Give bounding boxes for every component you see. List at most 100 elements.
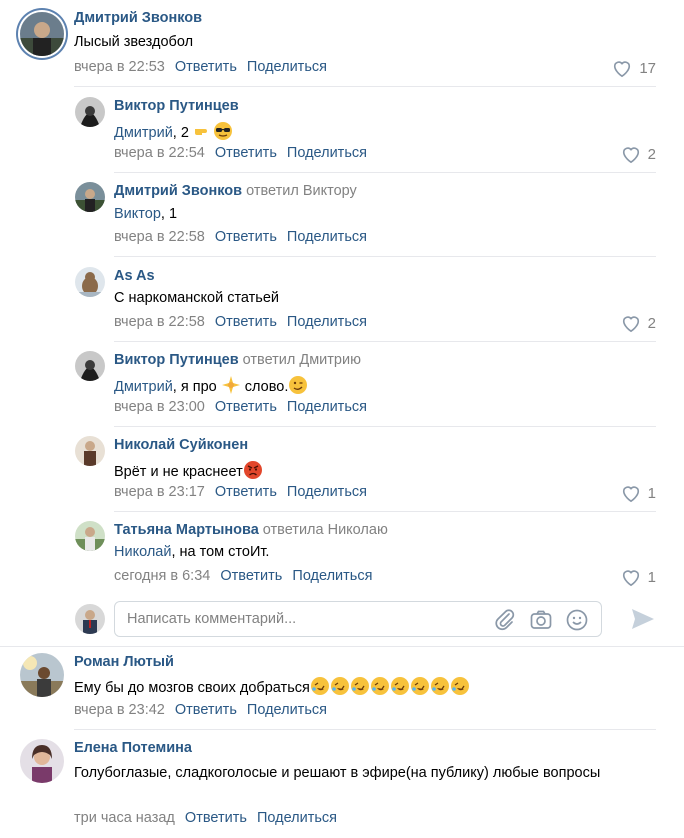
heart-icon (622, 147, 639, 164)
comment-input[interactable]: Написать комментарий... (114, 601, 602, 637)
comment-time[interactable]: вчера в 23:42 (74, 702, 165, 718)
avatar[interactable] (75, 351, 105, 381)
heart-icon (622, 486, 639, 503)
avatar[interactable] (75, 182, 105, 212)
rolling-laughing-emoji-icon (370, 677, 389, 695)
reply-button[interactable]: Ответить (215, 314, 277, 330)
comment-meta: вчера в 22:54 Ответить Поделиться (114, 145, 367, 161)
share-button[interactable]: Поделиться (247, 59, 327, 75)
angry-face-emoji-icon (243, 461, 262, 479)
sparkle-emoji-icon (221, 376, 240, 394)
replied-to[interactable]: ответила Николаю (263, 522, 388, 538)
divider (74, 729, 656, 730)
comment-text: Врёт и не краснеет (114, 460, 263, 480)
comment-text: Виктор, 1 (114, 206, 178, 222)
comment-author[interactable]: Дмитрий Звонков ответил Виктору (114, 183, 357, 199)
like-button[interactable]: 2 (620, 144, 656, 164)
reply-button[interactable]: Ответить (185, 810, 247, 826)
like-button[interactable]: 1 (620, 567, 656, 587)
reply-button[interactable]: Ответить (215, 145, 277, 161)
sunglasses-emoji-icon (213, 122, 232, 140)
comment-time[interactable]: вчера в 23:00 (114, 399, 205, 415)
comment-author[interactable]: Татьяна Мартынова ответила Николаю (114, 522, 388, 538)
comment-time[interactable]: вчера в 22:58 (114, 314, 205, 330)
divider (0, 646, 684, 647)
comment-author[interactable]: Николай Суйконен (114, 437, 248, 453)
comment-time[interactable]: сегодня в 6:34 (114, 568, 210, 584)
share-button[interactable]: Поделиться (287, 399, 367, 415)
comment-text: Ему бы до мозгов своих добраться (74, 676, 470, 696)
reply-button[interactable]: Ответить (215, 229, 277, 245)
divider (114, 426, 656, 427)
share-button[interactable]: Поделиться (247, 702, 327, 718)
comment-text: С наркоманской статьей (114, 290, 280, 306)
share-button[interactable]: Поделиться (287, 484, 367, 500)
like-button[interactable]: 1 (620, 483, 656, 503)
pointing-hand-emoji-icon (194, 129, 207, 135)
comment-author[interactable]: Елена Потемина (74, 740, 192, 756)
comment-author[interactable]: Дмитрий Звонков (74, 10, 202, 26)
divider (74, 86, 656, 87)
comment-text: Дмитрий, 2 (114, 121, 233, 141)
rolling-laughing-emoji-icon (450, 677, 469, 695)
comment-meta: вчера в 23:00 Ответить Поделиться (114, 399, 367, 415)
reply-button[interactable]: Ответить (220, 568, 282, 584)
comment-time[interactable]: вчера в 22:54 (114, 145, 205, 161)
reply-button[interactable]: Ответить (215, 484, 277, 500)
comment-author[interactable]: Виктор Путинцев ответил Дмитрию (114, 352, 361, 368)
share-button[interactable]: Поделиться (287, 229, 367, 245)
like-count: 17 (639, 59, 656, 77)
send-icon[interactable] (630, 606, 656, 632)
avatar[interactable] (20, 739, 64, 783)
divider (114, 511, 656, 512)
camera-icon[interactable] (529, 608, 553, 632)
share-button[interactable]: Поделиться (287, 314, 367, 330)
reply-button[interactable]: Ответить (175, 702, 237, 718)
comment-meta: сегодня в 6:34 Ответить Поделиться (114, 568, 372, 584)
comment-author[interactable]: Виктор Путинцев (114, 98, 239, 114)
like-button[interactable]: 2 (620, 313, 656, 333)
addressee-link[interactable]: Дмитрий (114, 125, 173, 141)
rolling-laughing-emoji-icon (310, 677, 329, 695)
comment-text: Голубоглазые, сладкоголосые и решают в э… (74, 765, 601, 781)
comment-author[interactable]: Роман Лютый (74, 654, 174, 670)
share-button[interactable]: Поделиться (287, 145, 367, 161)
comment-meta: вчера в 23:17 Ответить Поделиться (114, 484, 367, 500)
comment-time[interactable]: вчера в 23:17 (114, 484, 205, 500)
comment-time[interactable]: вчера в 22:53 (74, 59, 165, 75)
rolling-laughing-emoji-icon (330, 677, 349, 695)
avatar[interactable] (75, 521, 105, 551)
comment-meta: три часа назад Ответить Поделиться (74, 810, 337, 826)
comment-input-placeholder: Написать комментарий... (127, 611, 297, 627)
like-count: 1 (647, 568, 656, 586)
divider (114, 172, 656, 173)
like-count: 1 (647, 484, 656, 502)
like-count: 2 (647, 314, 656, 332)
paperclip-icon[interactable] (493, 608, 517, 632)
reply-button[interactable]: Ответить (175, 59, 237, 75)
rolling-laughing-emoji-icon (350, 677, 369, 695)
like-button[interactable]: 17 (611, 58, 656, 78)
addressee-link[interactable]: Дмитрий (114, 379, 173, 395)
reply-button[interactable]: Ответить (215, 399, 277, 415)
comment-meta: вчера в 22:53 Ответить Поделиться (74, 59, 327, 75)
current-user-avatar (75, 604, 105, 634)
rolling-laughing-emoji-icon (410, 677, 429, 695)
avatar[interactable] (20, 12, 64, 56)
avatar[interactable] (75, 97, 105, 127)
addressee-link[interactable]: Виктор (114, 206, 161, 222)
addressee-link[interactable]: Николай (114, 544, 171, 560)
comment-text: Лысый звездобол (74, 34, 194, 50)
smiley-icon[interactable] (565, 608, 589, 632)
share-button[interactable]: Поделиться (292, 568, 372, 584)
comment-time[interactable]: вчера в 22:58 (114, 229, 205, 245)
comment-text: Николай, на том стоИт. (114, 544, 270, 560)
avatar[interactable] (75, 267, 105, 297)
avatar[interactable] (20, 653, 64, 697)
comment-time[interactable]: три часа назад (74, 810, 175, 826)
comment-author[interactable]: As As (114, 268, 155, 284)
replied-to[interactable]: ответил Виктору (246, 183, 357, 199)
share-button[interactable]: Поделиться (257, 810, 337, 826)
replied-to[interactable]: ответил Дмитрию (243, 352, 361, 368)
avatar[interactable] (75, 436, 105, 466)
